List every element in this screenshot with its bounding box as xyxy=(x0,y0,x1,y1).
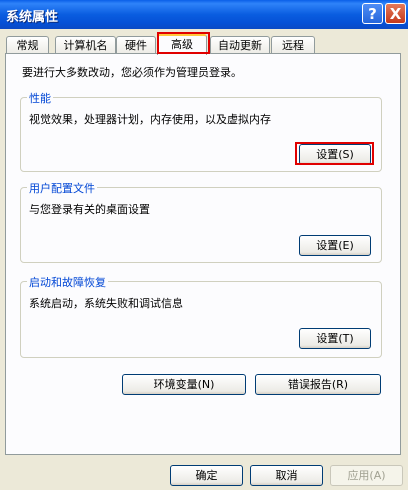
help-button[interactable]: ? xyxy=(362,3,383,24)
tab-computer-name[interactable]: 计算机名 xyxy=(55,36,116,54)
performance-group-title: 性能 xyxy=(27,90,53,106)
environment-variables-button[interactable]: 环境变量(N) xyxy=(122,374,246,395)
performance-description: 视觉效果，处理器计划，内存使用，以及虚拟内存 xyxy=(29,113,271,126)
advanced-tab-highlight xyxy=(157,32,210,54)
startup-recovery-description: 系统启动，系统失败和调试信息 xyxy=(29,297,183,310)
user-profiles-description: 与您登录有关的桌面设置 xyxy=(29,203,150,216)
tab-remote[interactable]: 远程 xyxy=(271,36,315,54)
ok-button[interactable]: 确定 xyxy=(170,465,243,486)
error-reporting-button[interactable]: 错误报告(R) xyxy=(255,374,381,395)
title-bar: 系统属性 ? X xyxy=(0,0,408,29)
apply-button[interactable]: 应用(A) xyxy=(330,465,403,486)
tab-general[interactable]: 常规 xyxy=(6,36,49,54)
user-profiles-settings-button[interactable]: 设置(E) xyxy=(299,235,371,256)
window-title: 系统属性 xyxy=(6,10,59,25)
user-profiles-group-title: 用户配置文件 xyxy=(27,180,97,196)
startup-recovery-group-title: 启动和故障恢复 xyxy=(27,274,108,290)
admin-note: 要进行大多数改动，您必须作为管理员登录。 xyxy=(22,66,242,79)
performance-settings-highlight xyxy=(295,142,374,165)
startup-recovery-settings-button[interactable]: 设置(T) xyxy=(299,328,371,349)
cancel-button[interactable]: 取消 xyxy=(250,465,323,486)
tab-automatic-updates[interactable]: 自动更新 xyxy=(210,36,270,54)
close-button[interactable]: X xyxy=(385,3,406,24)
tab-hardware[interactable]: 硬件 xyxy=(116,36,156,54)
